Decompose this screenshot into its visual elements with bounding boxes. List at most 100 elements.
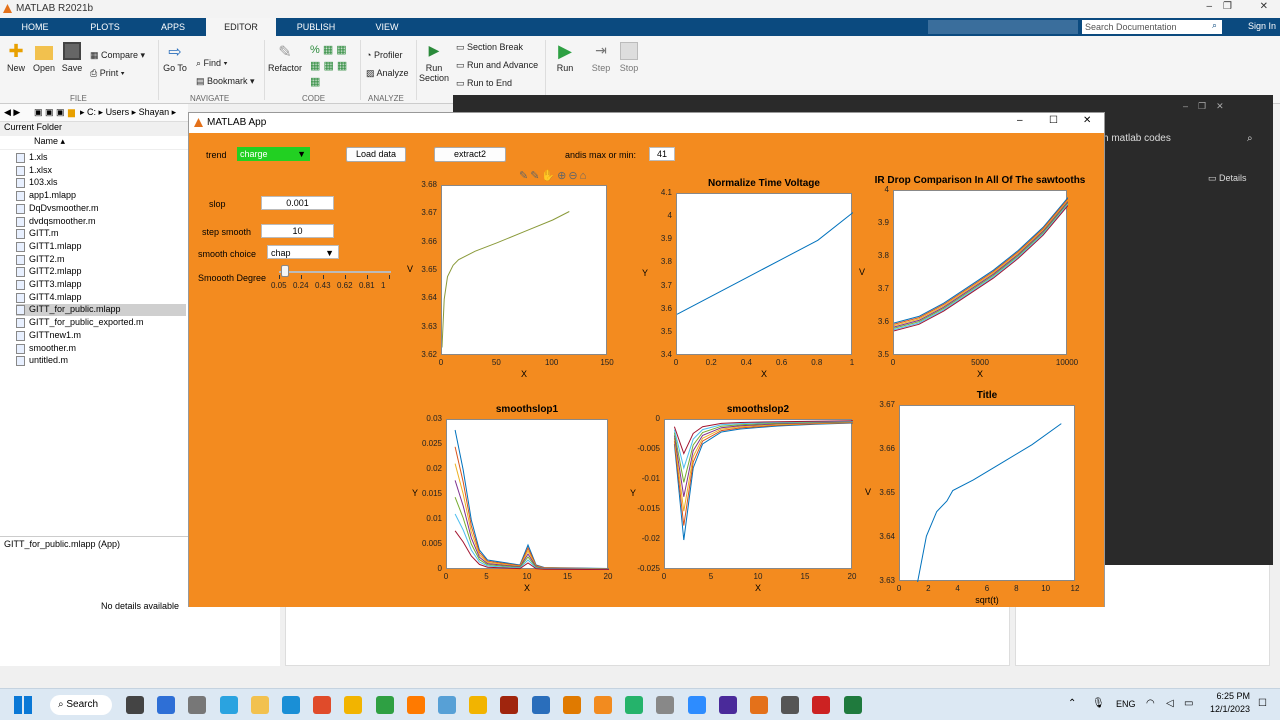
tab-view[interactable]: VIEW [362, 18, 412, 36]
compare-button[interactable]: ▦ Compare ▾ [90, 50, 145, 61]
goto-button[interactable]: ⇨ Go To [162, 42, 188, 73]
wifi-icon[interactable]: ◠ [1146, 698, 1155, 709]
minimize-icon[interactable]: – [1017, 115, 1023, 126]
details-button[interactable]: ▭ Details [1208, 173, 1247, 184]
photoshop-icon[interactable] [531, 696, 550, 714]
open-button[interactable]: Open [32, 42, 56, 73]
code-tools-icons[interactable]: % ▦ ▦ ▦ ▦ ▦ ▦ [310, 42, 356, 90]
file-list-item[interactable]: 103.xls [16, 177, 186, 189]
minimize-icon[interactable]: – [1206, 1, 1212, 12]
tab-apps[interactable]: APPS [148, 18, 198, 36]
file-list-item[interactable]: GITT_for_public.mlapp [16, 304, 186, 317]
breadcrumb-user[interactable]: Shayan [139, 107, 170, 117]
run-section-button[interactable]: ▶ Run Section [418, 42, 450, 83]
close-icon[interactable]: ✕ [1083, 115, 1091, 126]
name-column-header[interactable]: Name ▴ [0, 136, 188, 150]
editor-area[interactable] [285, 600, 1010, 666]
axes-toolbar-icons[interactable]: ✎✎✋⊕⊖⌂ [519, 169, 588, 182]
tab-editor[interactable]: EDITOR [206, 18, 276, 36]
taskbar-search[interactable]: ⌕ Search [50, 695, 112, 715]
plot-axes-c3[interactable] [893, 190, 1068, 355]
app-n-icon[interactable] [375, 696, 394, 714]
media-icon[interactable] [781, 696, 800, 714]
file-list-item[interactable]: GITT1.mlapp [16, 241, 186, 253]
refactor-button[interactable]: ✎ Refactor [268, 42, 302, 73]
file-list-item[interactable]: GITT2.mlapp [16, 266, 186, 278]
notification-icon[interactable]: ☐ [1258, 698, 1267, 709]
print-button[interactable]: ⎙ Print ▾ [90, 68, 125, 79]
calculator-icon[interactable] [188, 696, 207, 714]
bookmark-button[interactable]: ▤ Bookmark ▾ [196, 76, 255, 87]
step-smooth-field[interactable]: 10 [261, 224, 334, 238]
plot-axes-c5[interactable] [664, 419, 853, 569]
file-list-item[interactable]: 1.xls [16, 152, 186, 164]
file-list-item[interactable]: dvdqsmoother.m [16, 216, 186, 228]
chat-icon[interactable] [469, 696, 488, 714]
volume-icon[interactable]: ◁ [1166, 698, 1174, 709]
file-list-item[interactable]: 1.xlsx [16, 165, 186, 177]
file-list-item[interactable]: GITT.m [16, 228, 186, 240]
illustrator-icon[interactable] [500, 696, 519, 714]
zoom-icon[interactable] [687, 696, 706, 714]
quick-access-toolbar[interactable] [928, 20, 1078, 34]
tab-plots[interactable]: PLOTS [80, 18, 130, 36]
windows-start-icon[interactable] [14, 696, 32, 714]
plot-axes-c2[interactable] [676, 193, 853, 355]
sign-in-link[interactable]: Sign In [1248, 21, 1276, 31]
smooth-degree-slider[interactable]: 0.05 0.24 0.43 0.62 0.81 1 [271, 265, 391, 295]
microphone-icon[interactable]: 🎙 [1092, 698, 1105, 709]
recorder-icon[interactable] [812, 696, 831, 714]
file-list-item[interactable]: app1.mlapp [16, 190, 186, 202]
matlab-icon[interactable] [750, 696, 768, 714]
battery-icon[interactable]: ▭ [1184, 698, 1193, 709]
plot-axes-c4[interactable] [446, 419, 609, 570]
breadcrumb-drive[interactable]: C: [87, 107, 96, 117]
smooth-choice-dropdown[interactable]: chap ▼ [267, 245, 339, 259]
trend-dropdown[interactable]: charge ▼ [237, 147, 310, 161]
telegram-icon[interactable] [219, 696, 238, 714]
file-list-item[interactable]: untitled.m [16, 355, 186, 367]
new-button[interactable]: ✚ New [6, 42, 26, 73]
chrome-icon[interactable] [344, 696, 363, 714]
analyze-button[interactable]: ▨ Analyze [366, 68, 409, 79]
clock-time[interactable]: 6:25 PM [1212, 691, 1250, 701]
slop-field[interactable]: 0.001 [261, 196, 334, 210]
run-advance-button[interactable]: ▭ Run and Advance [456, 60, 538, 71]
breadcrumb-users[interactable]: Users [106, 107, 130, 117]
run-to-end-button[interactable]: ▭ Run to End [456, 78, 512, 89]
language-indicator[interactable]: ENG [1116, 699, 1136, 709]
folder-nav-icons[interactable]: ▣ ▣ ▣ [34, 107, 65, 118]
calculator2-icon[interactable] [438, 696, 456, 714]
back-arrow-icon[interactable]: ◀ ▶ [4, 107, 20, 118]
search-icon[interactable]: ⌕ [1247, 133, 1253, 144]
stop-button[interactable]: Stop [616, 42, 642, 73]
bg-window-controls[interactable]: – ❐ ✕ [1183, 101, 1224, 112]
section-break-button[interactable]: ▭ Section Break [456, 42, 523, 53]
step-button[interactable]: ⇥ Step [588, 42, 614, 73]
address-bar[interactable]: ◀ ▶ ▣ ▣ ▣ ▆ ▸ C: ▸ Users ▸ Shayan ▸ [0, 104, 188, 122]
file-list-item[interactable]: smoother.m [16, 343, 186, 355]
excel-icon[interactable] [843, 696, 862, 714]
premiere-icon[interactable] [718, 696, 737, 714]
search-documentation-input[interactable]: Search Documentation [1082, 20, 1222, 34]
task-view-icon[interactable] [126, 696, 144, 714]
profiler-button[interactable]: ◔ Profiler [366, 50, 402, 60]
firefox-icon[interactable] [406, 696, 425, 714]
load-data-button[interactable]: Load data [346, 147, 406, 162]
andis-field[interactable]: 41 [649, 147, 675, 161]
widgets-icon[interactable] [157, 696, 176, 714]
bg-search-field[interactable]: h matlab codes ⌕ [1103, 133, 1263, 151]
extract2-button[interactable]: extract2 [434, 147, 506, 162]
chevron-up-icon[interactable]: ⌃ [1068, 698, 1076, 709]
file-list-item[interactable]: GITTnew1.m [16, 330, 186, 342]
plot-axes-c6[interactable] [899, 405, 1075, 582]
pen-icon[interactable] [594, 696, 612, 714]
tab-publish[interactable]: PUBLISH [290, 18, 342, 36]
close-icon[interactable]: ✕ [1260, 1, 1268, 12]
maximize-icon[interactable]: ☐ [1049, 115, 1058, 126]
file-list-item[interactable]: GITT4.mlapp [16, 292, 186, 304]
edge-icon[interactable] [282, 696, 300, 714]
slider-thumb[interactable] [280, 265, 289, 277]
tab-home[interactable]: HOME [10, 18, 60, 36]
clock-date[interactable]: 12/1/2023 [1206, 704, 1250, 714]
